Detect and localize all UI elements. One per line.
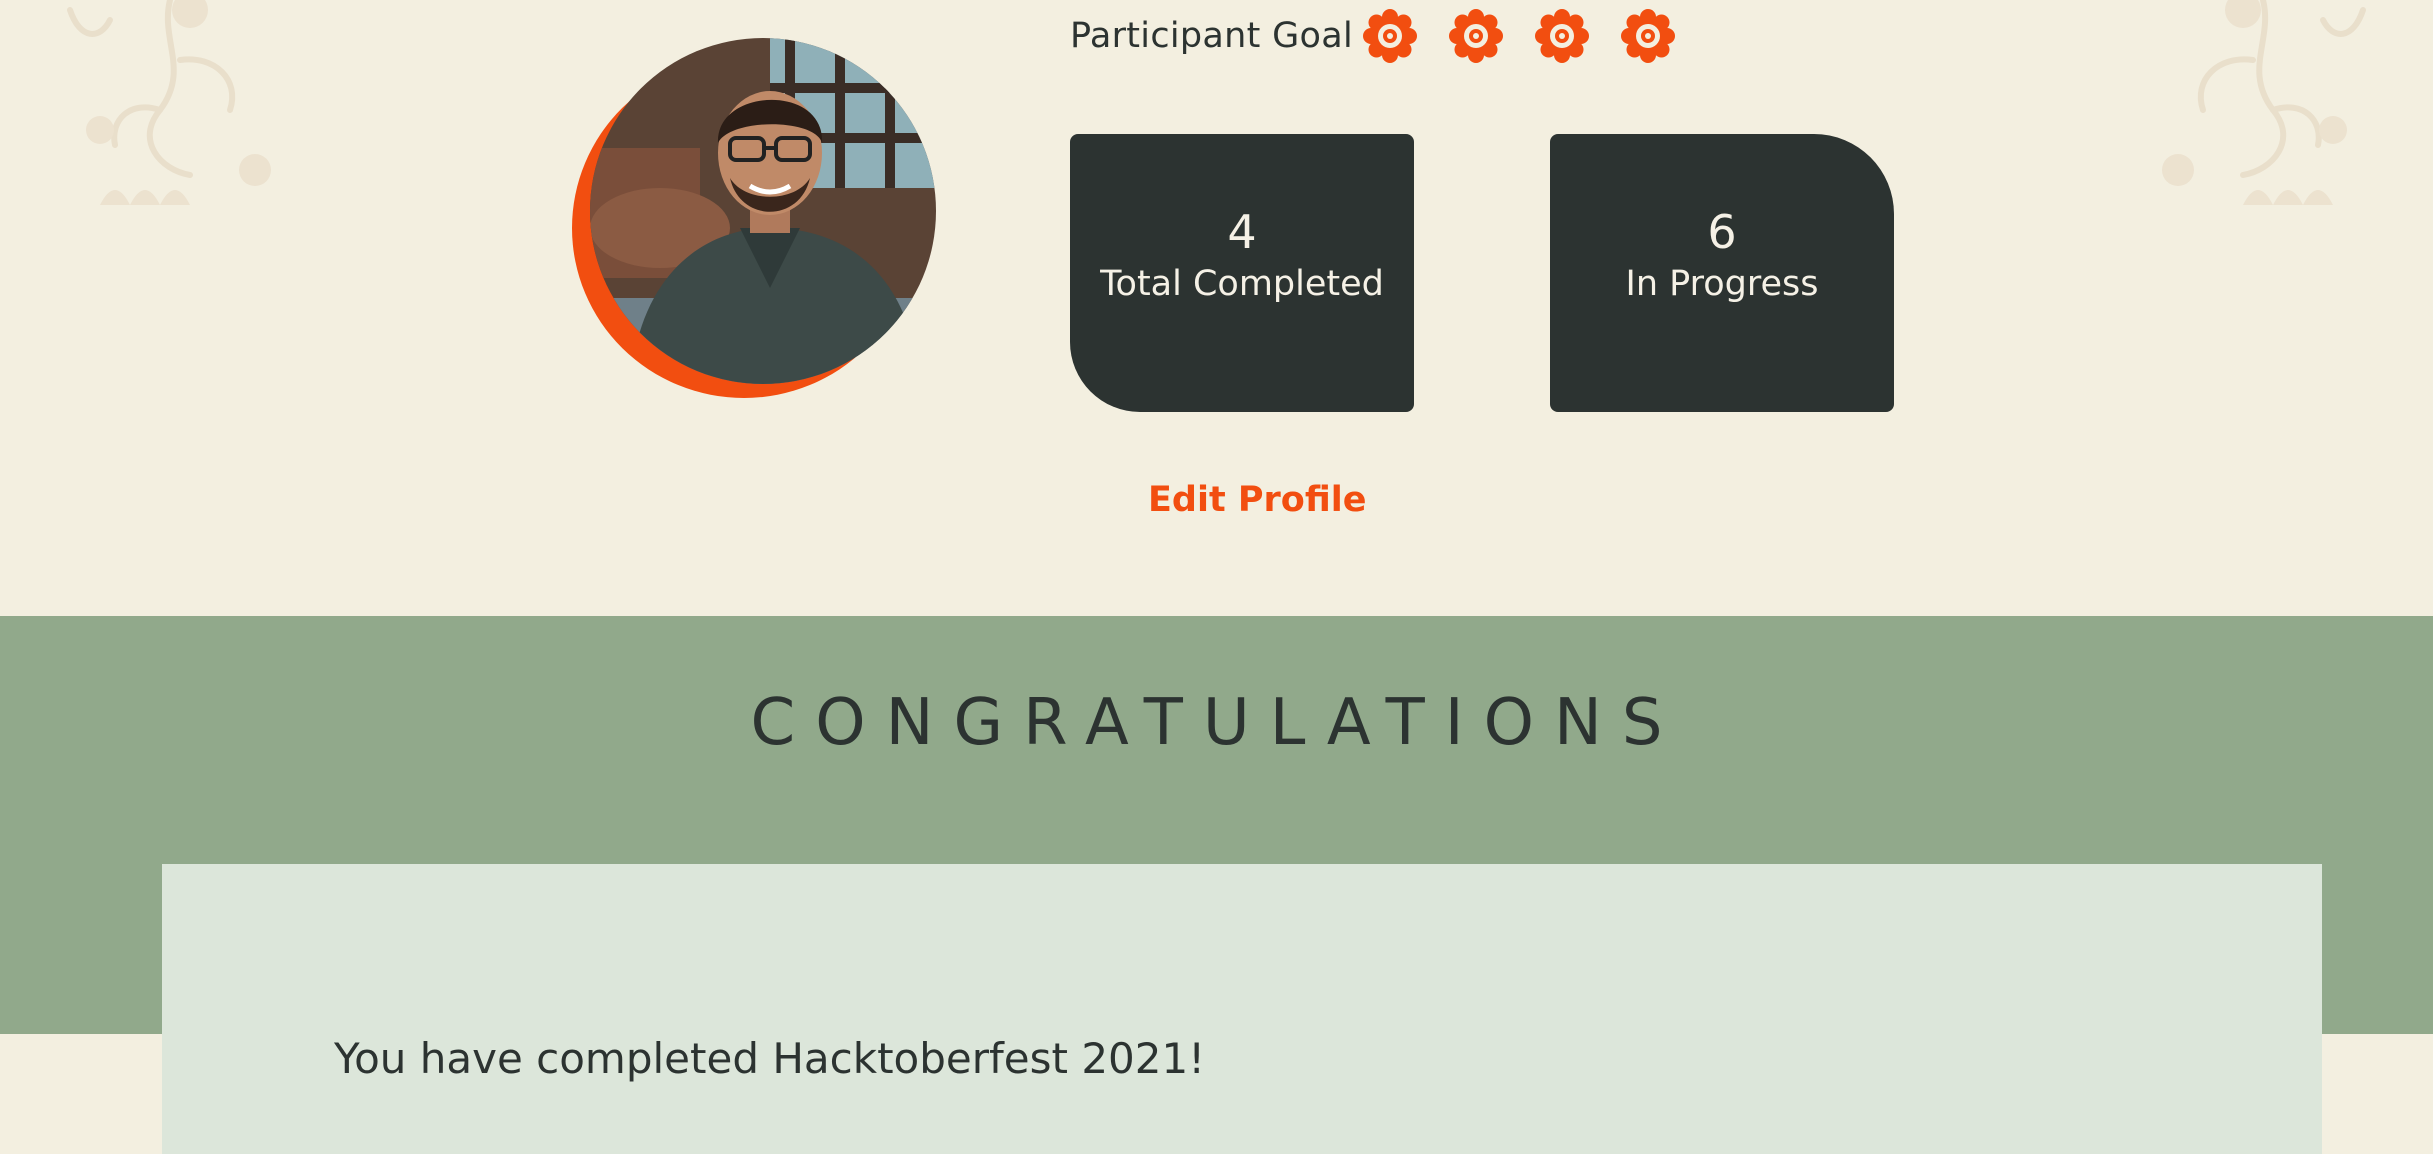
- total-completed-value: 4: [1227, 205, 1257, 259]
- flower-badge-icon: [1449, 9, 1503, 63]
- goal-label: Participant Goal: [1070, 16, 1353, 56]
- in-progress-label: In Progress: [1625, 264, 1819, 304]
- completion-message: You have completed Hacktoberfest 2021!: [334, 1034, 1206, 1083]
- user-photo: [590, 38, 936, 384]
- profile-section: Participant Goal 4 Total Completed 6 In …: [0, 0, 2433, 616]
- congratulations-title: CONGRATULATIONS: [750, 686, 1683, 760]
- total-completed-label: Total Completed: [1100, 264, 1384, 304]
- flower-badge-icon: [1363, 9, 1417, 63]
- total-completed-card: 4 Total Completed: [1070, 134, 1414, 412]
- edit-profile-link[interactable]: Edit Profile: [1148, 480, 1367, 520]
- participant-goal: Participant Goal: [1070, 8, 1707, 64]
- completion-card: You have completed Hacktoberfest 2021!: [162, 864, 2322, 1154]
- flower-badge-icon: [1621, 9, 1675, 63]
- in-progress-card: 6 In Progress: [1550, 134, 1894, 412]
- in-progress-value: 6: [1707, 205, 1737, 259]
- flower-badge-icon: [1535, 9, 1589, 63]
- avatar: [572, 38, 936, 402]
